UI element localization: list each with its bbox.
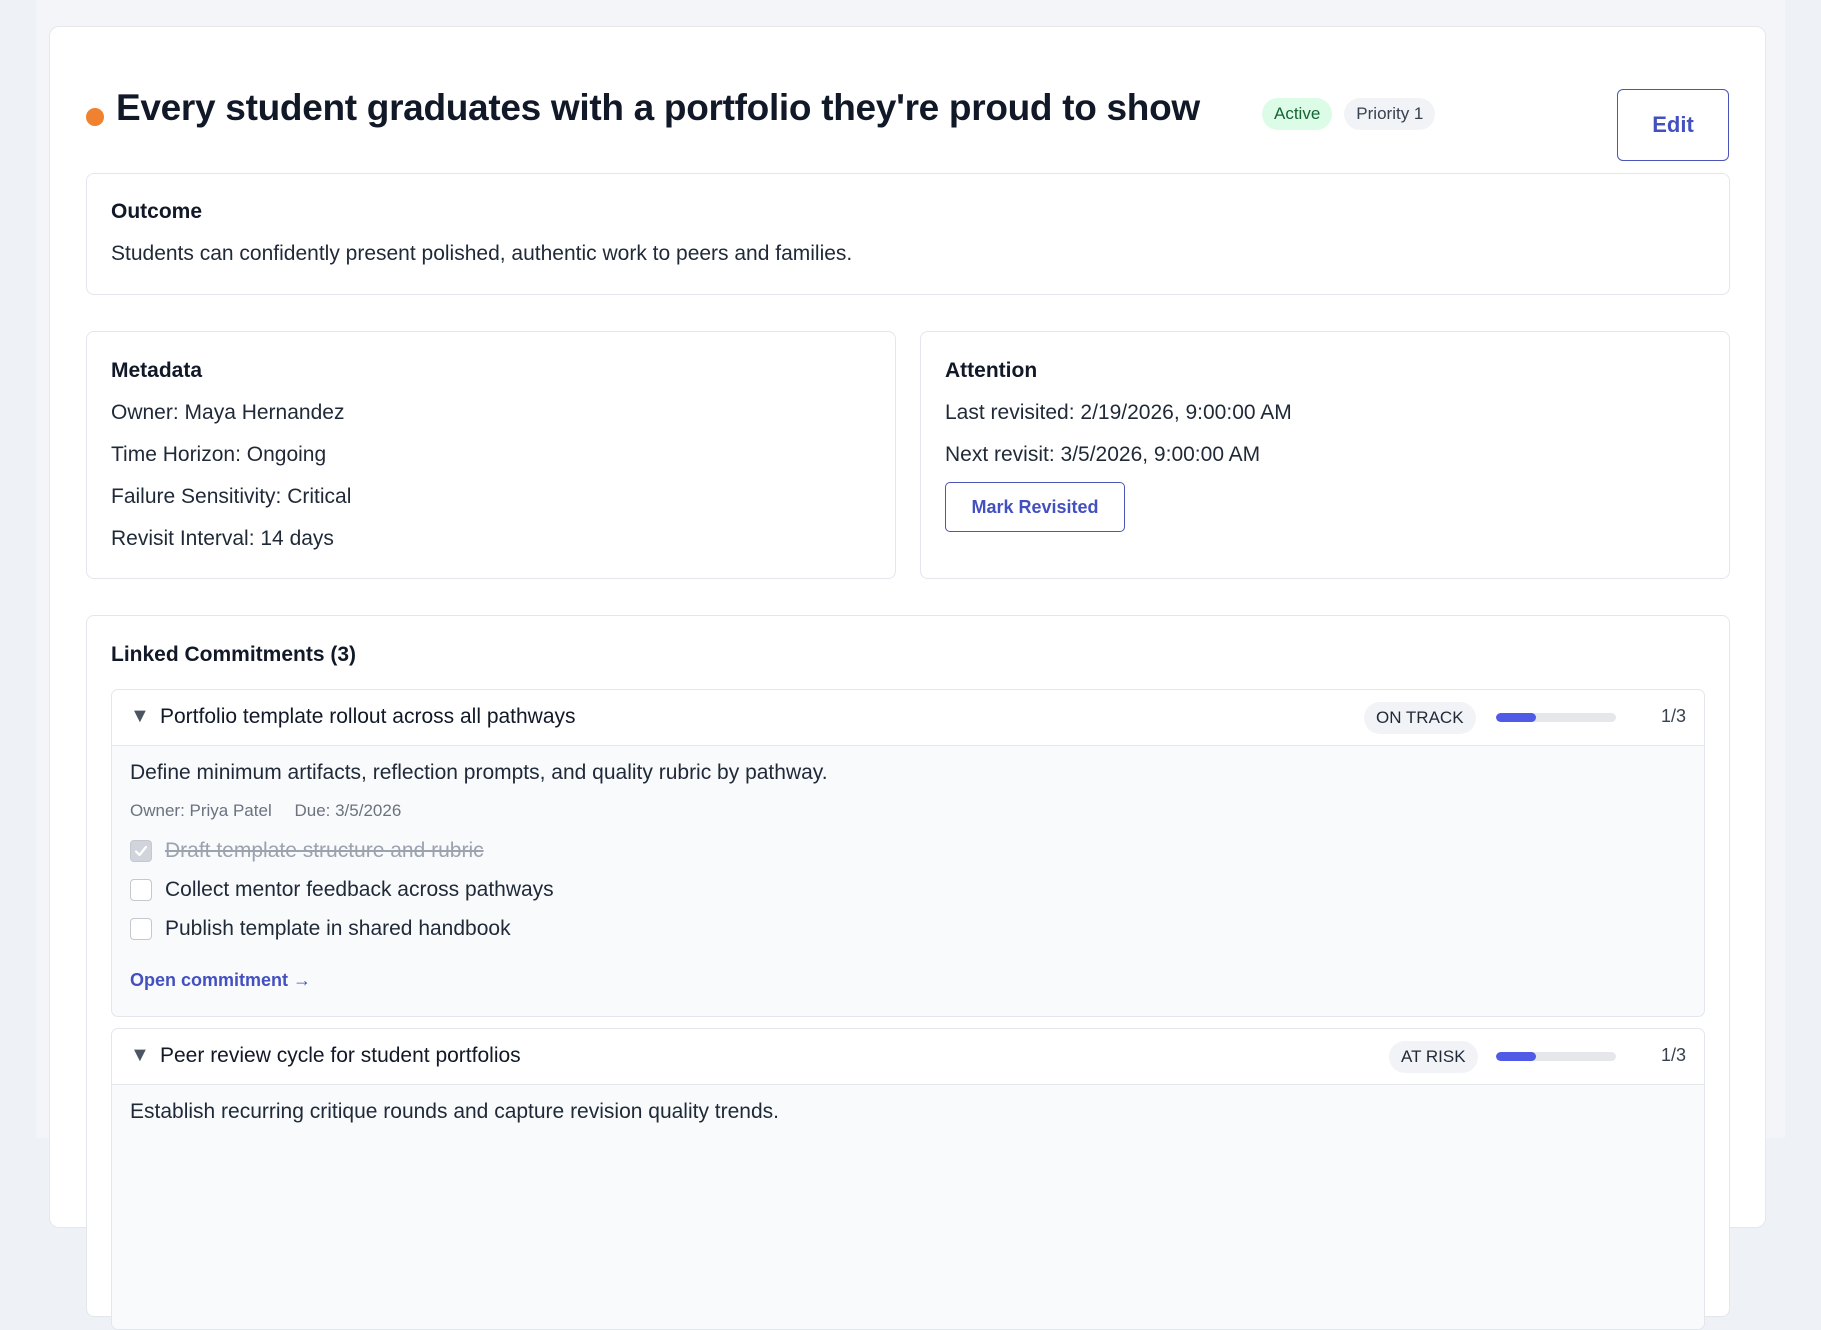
progress-fill (1496, 1052, 1536, 1061)
commitment-due: Due: 3/5/2026 (294, 801, 402, 820)
goal-badges: Active Priority 1 (1262, 98, 1436, 130)
task-checkbox[interactable] (130, 918, 152, 940)
time-horizon-field: Time Horizon: Ongoing (111, 443, 327, 466)
task-count: 1/3 (1660, 706, 1686, 726)
commitment-progress-bar (1496, 713, 1616, 722)
commitment-description: Establish recurring critique rounds and … (130, 1100, 780, 1123)
collapse-caret-icon[interactable]: ▼ (130, 705, 150, 728)
outcome-heading: Outcome (111, 200, 203, 223)
task-item: Draft template structure and rubric (130, 839, 484, 863)
last-revisited-field: Last revisited: 2/19/2026, 9:00:00 AM (945, 401, 1292, 424)
outcome-section: Outcome Students can confidently present… (86, 173, 1730, 295)
commitment-status-badge: AT RISK (1389, 1041, 1478, 1073)
revisit-interval-field: Revisit Interval: 14 days (111, 527, 334, 550)
task-label: Draft template structure and rubric (165, 839, 484, 862)
commitment-title[interactable]: Portfolio template rollout across all pa… (160, 705, 576, 729)
task-checkbox[interactable] (130, 879, 152, 901)
mark-revisited-button[interactable]: Mark Revisited (945, 482, 1125, 532)
task-label: Publish template in shared handbook (165, 917, 511, 940)
commitment-header[interactable]: ▼ Peer review cycle for student portfoli… (112, 1029, 1704, 1085)
metadata-heading: Metadata (111, 359, 203, 382)
goal-title: Every student graduates with a portfolio… (116, 87, 1200, 128)
priority-badge: Priority 1 (1344, 98, 1436, 130)
task-item: Collect mentor feedback across pathways (130, 878, 554, 902)
linked-commitments-heading: Linked Commitments (3) (111, 643, 357, 666)
commitment-card: ▼ Peer review cycle for student portfoli… (111, 1028, 1705, 1330)
progress-fill (1496, 713, 1536, 722)
open-commitment-link[interactable]: Open commitment → (130, 970, 311, 991)
commitment-progress-bar (1496, 1052, 1616, 1061)
goal-header: Every student graduates with a portfolio… (86, 67, 1729, 161)
commitment-header[interactable]: ▼ Portfolio template rollout across all … (112, 690, 1704, 746)
task-count: 1/3 (1660, 1045, 1686, 1065)
commitment-description: Define minimum artifacts, reflection pro… (130, 761, 828, 784)
edit-button[interactable]: Edit (1617, 89, 1729, 161)
commitment-owner: Owner: Priya Patel (130, 801, 272, 820)
linked-commitments-section: Linked Commitments (3) ▼ Portfolio templ… (86, 615, 1730, 1330)
owner-field: Owner: Maya Hernandez (111, 401, 345, 424)
commitment-card: ▼ Portfolio template rollout across all … (111, 689, 1705, 1017)
attention-section: Attention Last revisited: 2/19/2026, 9:0… (920, 331, 1730, 579)
collapse-caret-icon[interactable]: ▼ (130, 1044, 150, 1067)
next-revisit-field: Next revisit: 3/5/2026, 9:00:00 AM (945, 443, 1261, 466)
outcome-text: Students can confidently present polishe… (111, 242, 853, 265)
metadata-section: Metadata Owner: Maya Hernandez Time Hori… (86, 331, 896, 579)
status-badge: Active (1262, 98, 1333, 130)
failure-sensitivity-field: Failure Sensitivity: Critical (111, 485, 352, 508)
attention-heading: Attention (945, 359, 1038, 382)
commitment-title[interactable]: Peer review cycle for student portfolios (160, 1044, 521, 1068)
status-dot (86, 108, 104, 126)
goal-detail-card: Every student graduates with a portfolio… (49, 26, 1766, 1330)
commitment-status-badge: ON TRACK (1364, 702, 1476, 734)
commitment-meta: Owner: Priya Patel Due: 3/5/2026 (130, 801, 401, 821)
task-label: Collect mentor feedback across pathways (165, 878, 554, 901)
checkmark-icon (134, 845, 148, 857)
task-checkbox[interactable] (130, 840, 152, 862)
task-item: Publish template in shared handbook (130, 917, 511, 941)
